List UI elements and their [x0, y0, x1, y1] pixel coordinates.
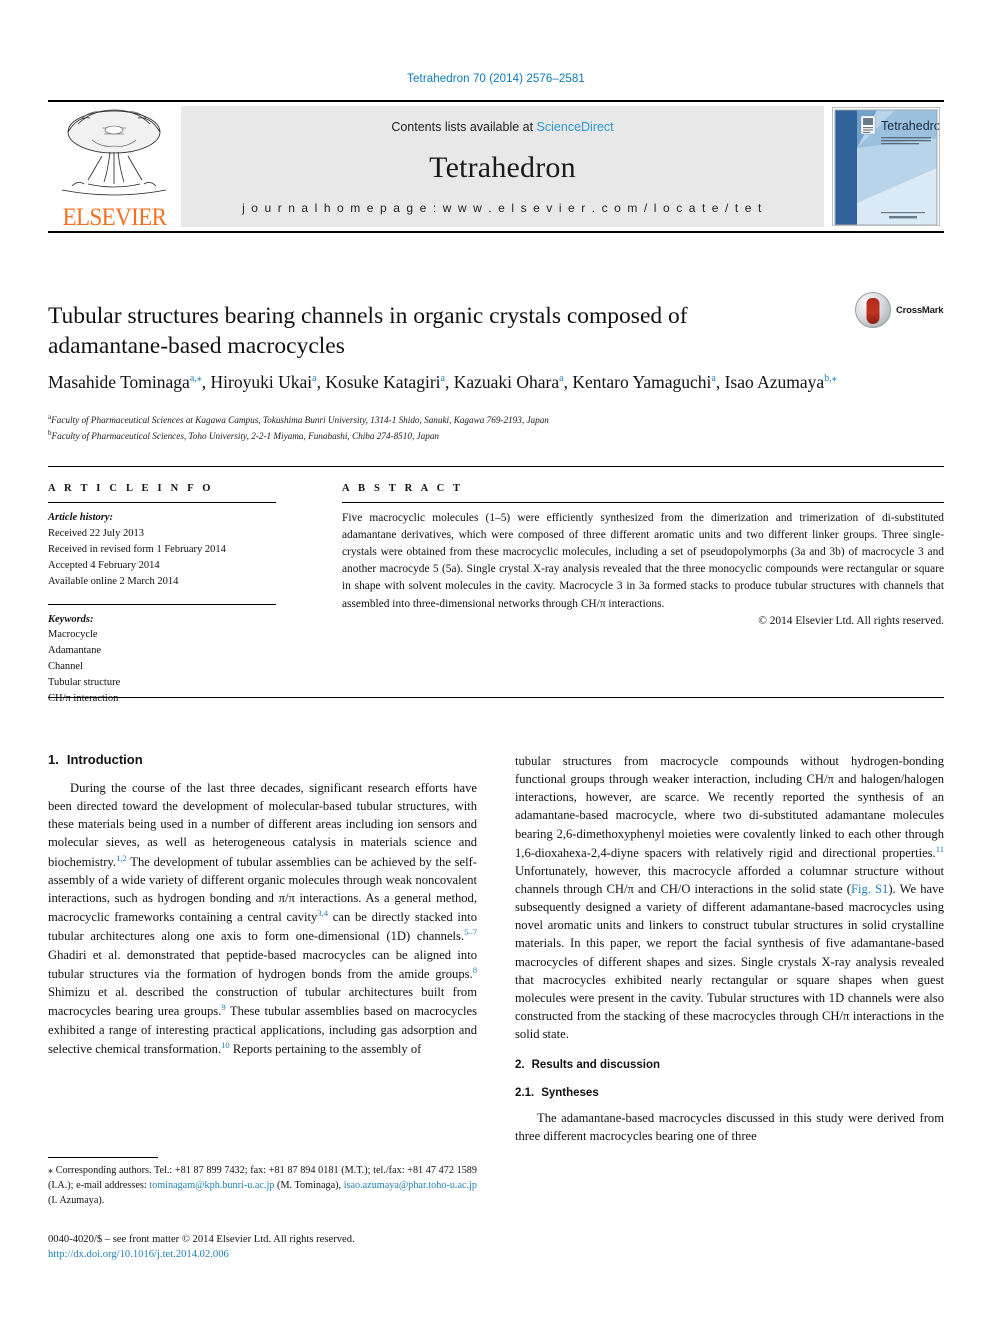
article-info-rule	[48, 502, 276, 503]
crossmark-badge[interactable]: CrossMark	[855, 288, 947, 332]
elsevier-logo: ELSEVIER	[48, 102, 181, 231]
issn-copyright-line: 0040-4020/$ – see front matter © 2014 El…	[48, 1234, 355, 1245]
abstract-text: Five macrocyclic molecules (1–5) were ef…	[342, 512, 944, 610]
abstract-rule	[342, 502, 944, 503]
body-columns: 1. Introduction During the course of the …	[48, 752, 944, 1192]
journal-homepage[interactable]: j o u r n a l h o m e p a g e : w w w . …	[242, 201, 763, 215]
section-heading-syntheses: 2.1. Syntheses	[515, 1087, 944, 1099]
section-title: Introduction	[66, 752, 143, 767]
contents-available-line: Contents lists available at ScienceDirec…	[391, 120, 613, 134]
history-item: Accepted 4 February 2014	[48, 559, 160, 571]
history-item: Available online 2 March 2014	[48, 575, 179, 587]
keyword-item: Macrocycle	[48, 629, 98, 641]
affiliation-a-text: Faculty of Pharmaceutical Sciences at Ka…	[51, 415, 549, 426]
intro-paragraph: During the course of the last three deca…	[48, 781, 477, 1056]
masthead-center: Contents lists available at ScienceDirec…	[181, 106, 824, 227]
section-number: 1.	[48, 752, 59, 767]
section-number: 2.	[515, 1059, 525, 1072]
crossmark-label: CrossMark	[896, 304, 944, 316]
abstract-heading: A B S T R A C T	[342, 483, 464, 494]
body-column-left: 1. Introduction During the course of the …	[48, 752, 477, 1192]
affiliation-b: bFaculty of Pharmaceutical Sciences, Toh…	[48, 428, 908, 444]
keywords-block: Keywords: Macrocycle Adamantane Channel …	[48, 603, 302, 708]
footnote-text: ⁎ Corresponding authors. Tel.: +81 87 89…	[48, 1165, 477, 1207]
article-info-heading: A R T I C L E I N F O	[48, 483, 214, 494]
subsection-number: 2.1.	[515, 1087, 535, 1100]
journal-title: Tetrahedron	[429, 150, 576, 184]
keywords-rule	[48, 603, 276, 605]
keyword-item: Adamantane	[48, 645, 102, 657]
footnote-rule	[48, 1157, 158, 1158]
running-head: Tetrahedron 70 (2014) 2576–2581	[407, 73, 585, 85]
body-column-right: tubular structures from macrocycle compo…	[515, 752, 944, 1192]
intro-paragraph-continued: tubular structures from macrocycle compo…	[515, 754, 944, 1042]
keyword-item: CH/π interaction	[48, 693, 119, 705]
article-info-abstract-band: A R T I C L E I N F O Article history: R…	[48, 466, 944, 704]
history-item: Received in revised form 1 February 2014	[48, 543, 226, 555]
affiliation-b-text: Faculty of Pharmaceutical Sciences, Toho…	[51, 431, 440, 442]
journal-cover-thumbnail: Tetrahedron	[832, 107, 940, 226]
history-item: Received 22 July 2013	[48, 527, 144, 539]
cover-artwork: Tetrahedron	[833, 108, 939, 225]
doi-link[interactable]: http://dx.doi.org/10.1016/j.tet.2014.02.…	[48, 1247, 548, 1262]
elsevier-tree-icon	[61, 109, 167, 196]
svg-text:Tetrahedron: Tetrahedron	[881, 119, 939, 133]
author-list: Masahide Tominagaa,⁎, Hiroyuki Ukaia, Ko…	[48, 372, 837, 392]
abstract-copyright: © 2014 Elsevier Ltd. All rights reserved…	[758, 614, 944, 627]
keyword-item: Tubular structure	[48, 677, 121, 689]
article-history-label: Article history:	[48, 512, 114, 523]
article-history-list: Received 22 July 2013 Received in revise…	[48, 526, 302, 590]
imprint-block: 0040-4020/$ – see front matter © 2014 El…	[48, 1232, 548, 1263]
keyword-item: Channel	[48, 661, 83, 673]
corresponding-author-footnote: ⁎ Corresponding authors. Tel.: +81 87 89…	[48, 1157, 477, 1208]
contents-prefix: Contents lists available at	[391, 120, 537, 134]
syntheses-paragraph: The adamantane-based macrocycles discuss…	[515, 1111, 944, 1144]
elsevier-wordmark: ELSEVIER	[62, 202, 167, 231]
article-page: Tetrahedron 70 (2014) 2576–2581 ELSEVIER…	[0, 0, 992, 1323]
sciencedirect-link[interactable]: ScienceDirect	[537, 120, 614, 134]
section-title: Results and discussion	[531, 1059, 661, 1072]
affiliation-a: aFaculty of Pharmaceutical Sciences at K…	[48, 412, 908, 428]
section-heading-results: 2. Results and discussion	[515, 1059, 944, 1071]
crossmark-icon	[855, 292, 891, 328]
section-heading-introduction: 1. Introduction	[48, 752, 477, 767]
page-title: Tubular structures bearing channels in o…	[48, 302, 688, 360]
affiliations: aFaculty of Pharmaceutical Sciences at K…	[48, 412, 908, 444]
keywords-label: Keywords:	[48, 613, 94, 625]
subsection-title: Syntheses	[541, 1087, 599, 1100]
abstract-column: A B S T R A C T Five macrocyclic molecul…	[324, 483, 944, 697]
journal-masthead: ELSEVIER Contents lists available at Sci…	[48, 100, 944, 233]
article-info-column: A R T I C L E I N F O Article history: R…	[48, 483, 324, 704]
